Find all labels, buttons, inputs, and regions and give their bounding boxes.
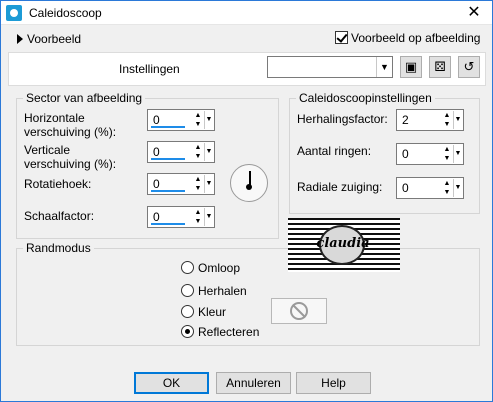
edge-option-label: Herhalen — [198, 284, 247, 298]
rotation-label: Rotatiehoek: — [24, 177, 92, 191]
watermark-stamp: claudia — [288, 218, 400, 272]
save-preset-button[interactable]: ▣ — [400, 56, 422, 78]
vertical-offset-input[interactable]: 0 ▲ ▼ ▼ — [147, 141, 215, 163]
slider-dropdown-icon[interactable]: ▼ — [453, 145, 462, 163]
help-button[interactable]: Help — [296, 372, 371, 394]
vertical-offset-value[interactable]: 0 — [151, 145, 193, 159]
horizontal-offset-value[interactable]: 0 — [151, 113, 193, 127]
spin-arrows-icon[interactable]: ▲ ▼ — [442, 179, 452, 197]
repeat-factor-label: Herhalingsfactor: — [297, 112, 388, 126]
ok-button[interactable]: OK — [134, 372, 209, 394]
edge-option-kleur[interactable]: Kleur — [181, 305, 226, 319]
randomize-button[interactable]: ⚄ — [429, 56, 451, 78]
radio-icon[interactable] — [181, 305, 194, 318]
repeat-factor-value[interactable]: 2 — [400, 113, 442, 127]
value-underline — [151, 223, 185, 225]
reset-button[interactable]: ↺ — [458, 56, 480, 78]
scale-label: Schaalfactor: — [24, 209, 95, 223]
rotation-dial[interactable] — [230, 164, 268, 202]
spin-arrows-icon[interactable]: ▲ ▼ — [193, 111, 203, 129]
slider-dropdown-icon[interactable]: ▼ — [204, 143, 213, 161]
window-title: Caleidoscoop — [29, 6, 102, 20]
cancel-button[interactable]: Annuleren — [216, 372, 291, 394]
slider-dropdown-icon[interactable]: ▼ — [204, 175, 213, 193]
preview-on-image-checkbox[interactable]: Voorbeeld op afbeelding — [335, 31, 480, 45]
close-button[interactable]: ✕ — [464, 3, 484, 23]
spin-arrows-icon[interactable]: ▲ ▼ — [193, 208, 203, 226]
ring-count-input[interactable]: 0 ▲ ▼ ▼ — [396, 143, 464, 165]
value-underline — [151, 190, 185, 192]
spin-arrows-icon[interactable]: ▲ ▼ — [442, 145, 452, 163]
watermark-text: claudia — [316, 236, 370, 251]
spin-arrows-icon[interactable]: ▲ ▼ — [442, 111, 452, 129]
edge-mode-group-title: Randmodus — [23, 241, 94, 255]
edge-option-omloop[interactable]: Omloop — [181, 261, 240, 275]
slider-dropdown-icon[interactable]: ▼ — [453, 111, 462, 129]
dice-icon: ⚄ — [434, 59, 446, 74]
slider-dropdown-icon[interactable]: ▼ — [204, 208, 213, 226]
settings-label: Instellingen — [119, 62, 180, 76]
checkbox-checked-icon[interactable] — [335, 31, 348, 44]
value-underline — [151, 126, 185, 128]
title-bar: Caleidoscoop ✕ — [1, 1, 492, 25]
radial-suction-label: Radiale zuiging: — [297, 180, 383, 194]
ring-count-label: Aantal ringen: — [297, 144, 372, 158]
repeat-factor-input[interactable]: 2 ▲ ▼ ▼ — [396, 109, 464, 131]
preset-select[interactable]: ▼ — [267, 56, 393, 78]
value-underline — [151, 158, 185, 160]
floppy-disk-icon: ▣ — [404, 59, 418, 74]
edge-option-label: Reflecteren — [198, 325, 260, 339]
ring-count-value[interactable]: 0 — [400, 147, 442, 161]
dial-knob — [246, 184, 252, 190]
slider-dropdown-icon[interactable]: ▼ — [204, 111, 213, 129]
reset-icon: ↺ — [463, 59, 475, 74]
rotation-input[interactable]: 0 ▲ ▼ ▼ — [147, 173, 215, 195]
radio-icon[interactable] — [181, 284, 194, 297]
radio-icon[interactable] — [181, 261, 194, 274]
spin-arrows-icon[interactable]: ▲ ▼ — [193, 175, 203, 193]
radial-suction-input[interactable]: 0 ▲ ▼ ▼ — [396, 177, 464, 199]
spin-arrows-icon[interactable]: ▲ ▼ — [193, 143, 203, 161]
chevron-down-icon[interactable]: ▼ — [376, 57, 392, 77]
edge-option-reflecteren[interactable]: Reflecteren — [181, 325, 259, 339]
sector-group-title: Sector van afbeelding — [23, 91, 146, 105]
edge-color-swatch[interactable] — [271, 298, 327, 324]
no-color-icon — [290, 302, 308, 320]
edge-option-label: Kleur — [198, 305, 227, 319]
scale-value[interactable]: 0 — [151, 210, 193, 224]
scale-input[interactable]: 0 ▲ ▼ ▼ — [147, 206, 215, 228]
dialog-window: Caleidoscoop ✕ Voorbeeld Voorbeeld op af… — [0, 0, 493, 402]
preview-on-image-label: Voorbeeld op afbeelding — [351, 31, 481, 45]
horizontal-offset-input[interactable]: 0 ▲ ▼ ▼ — [147, 109, 215, 131]
slider-dropdown-icon[interactable]: ▼ — [453, 179, 462, 197]
edge-option-herhalen[interactable]: Herhalen — [181, 284, 247, 298]
vertical-offset-label: Verticale verschuiving (%): — [24, 143, 117, 171]
preview-toggle[interactable]: Voorbeeld — [17, 32, 81, 46]
rotation-value[interactable]: 0 — [151, 177, 193, 191]
horizontal-offset-label: Horizontale verschuiving (%): — [24, 111, 117, 139]
radial-suction-value[interactable]: 0 — [400, 181, 442, 195]
radio-selected-icon[interactable] — [181, 325, 194, 338]
kaleidoscope-group-title: Caleidoscoopinstellingen — [296, 91, 435, 105]
preview-toggle-label: Voorbeeld — [27, 32, 82, 46]
app-icon — [6, 5, 22, 21]
expand-triangle-icon — [17, 34, 23, 44]
edge-option-label: Omloop — [198, 261, 241, 275]
